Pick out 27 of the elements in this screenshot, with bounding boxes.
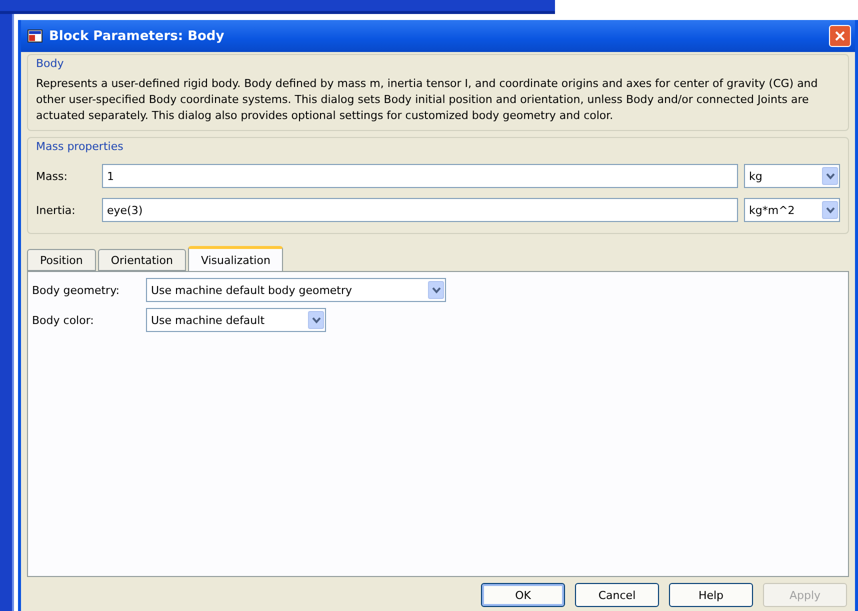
dropdown[interactable]: Use machine default body geometry <box>146 278 446 302</box>
tab[interactable]: Position <box>27 249 96 271</box>
field-label: Body geometry: <box>32 284 120 296</box>
caret-icon <box>432 286 440 294</box>
close-icon <box>834 30 846 42</box>
window-title: Block Parameters: Body <box>49 28 226 44</box>
dialog-button[interactable]: Help <box>669 583 753 607</box>
app-icon <box>27 28 43 44</box>
field-label: Body color: <box>32 314 95 326</box>
group-heading: Mass properties <box>36 140 124 153</box>
input-field[interactable]: 1 <box>102 164 738 188</box>
caret-icon <box>826 206 834 214</box>
caret-icon <box>312 316 320 324</box>
dropdown[interactable]: Use machine default <box>146 308 326 332</box>
dialog-button[interactable]: OK <box>481 583 565 607</box>
input-field[interactable]: eye(3) <box>102 198 738 222</box>
unit-dropdown[interactable]: kg*m^2 <box>744 198 840 222</box>
field-label: Mass: <box>36 170 68 182</box>
description-text: Represents a user-defined rigid body. Body defined by mass m, inertia tensor I, and coordinate origins and axes for center of gravity (CG) and other user-specified Body coordinate systems. This dialog sets Body initial position and orientation, unless Body and/or connected Joints are actuated separately. This dialog also provides optional settings for customized body geometry and color. <box>36 76 819 124</box>
close-button[interactable] <box>829 25 851 47</box>
field-label: Inertia: <box>36 204 76 216</box>
caret-icon <box>826 172 834 180</box>
group-heading: Body <box>36 57 65 70</box>
tab[interactable]: Visualization <box>188 246 284 272</box>
unit-dropdown[interactable]: kg <box>744 164 840 188</box>
tab[interactable]: Orientation <box>98 249 186 271</box>
dialog-button[interactable]: Cancel <box>575 583 659 607</box>
